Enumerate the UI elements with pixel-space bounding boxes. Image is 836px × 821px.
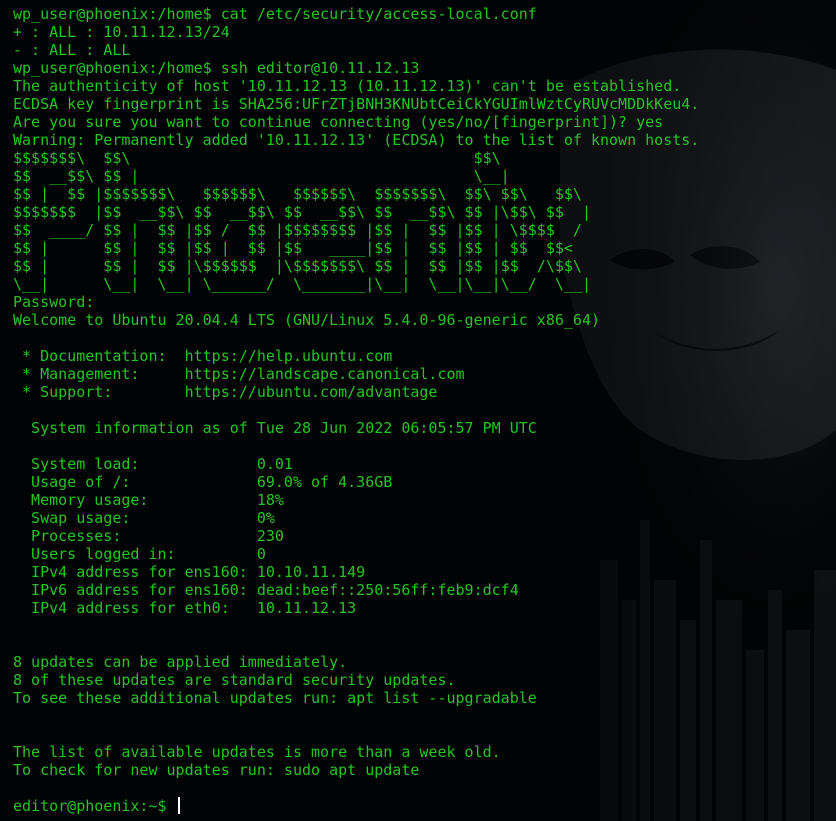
output-line: Welcome to Ubuntu 20.04.4 LTS (GNU/Linux… [13,311,600,329]
output-line: $$ | $$ |$$$$$$$\ $$$$$$\ $$$$$$\ $$$$$$… [13,185,582,203]
output-line: Usage of /: 69.0% of 4.36GB [13,473,393,491]
output-line: - : ALL : ALL [13,41,131,59]
output-line: Swap usage: 0% [13,509,275,527]
output-line: The list of available updates is more th… [13,743,501,761]
output-line: + : ALL : 10.11.12.13/24 [13,23,230,41]
output-line: Memory usage: 18% [13,491,284,509]
output-line: To check for new updates run: sudo apt u… [13,761,420,779]
shell-prompt: editor@phoenix:~$ [13,797,176,815]
output-line: * Management: https://landscape.canonica… [13,365,465,383]
output-line: \__| \__| \__| \______/ \_______|\__| \_… [13,275,591,293]
text-cursor [177,797,180,814]
terminal-window[interactable]: wp_user@phoenix:/home$ cat /etc/security… [0,0,836,821]
output-line: $$$$$$$ |$$ __$$\ $$ __$$\ $$ __$$\ $$ _… [13,203,591,221]
output-line: * Support: https://ubuntu.com/advantage [13,383,438,401]
output-line: System load: 0.01 [13,455,293,473]
command-prompt-line[interactable]: editor@phoenix:~$ [13,797,699,815]
output-line: $$ | $$ | $$ |\$$$$$$ |\$$$$$$$\ $$ | $$… [13,257,582,275]
output-line: To see these additional updates run: apt… [13,689,537,707]
output-line: The authenticity of host '10.11.12.13 (1… [13,77,682,95]
output-line: $$ __$$\ $$ | \__| [13,167,510,185]
output-line: $$ ____/ $$ | $$ |$$ / $$ |$$$$$$$$ |$$ … [13,221,582,239]
output-line: IPv6 address for ens160: dead:beef::250:… [13,581,519,599]
output-line: ECDSA key fingerprint is SHA256:UFrZTjBN… [13,95,700,113]
output-line: $$ | $$ | $$ |$$ | $$ |$$ ____|$$ | $$ |… [13,239,573,257]
output-line: Warning: Permanently added '10.11.12.13'… [13,131,700,149]
output-line: * Documentation: https://help.ubuntu.com [13,347,393,365]
output-line: Users logged in: 0 [13,545,266,563]
output-line: Are you sure you want to continue connec… [13,113,664,131]
output-line: $$$$$$$\ $$\ $$\ [13,149,501,167]
terminal-output: wp_user@phoenix:/home$ cat /etc/security… [13,5,699,815]
output-line: IPv4 address for ens160: 10.10.11.149 [13,563,366,581]
output-line: wp_user@phoenix:/home$ cat /etc/security… [13,5,537,23]
output-line: Processes: 230 [13,527,284,545]
output-line: System information as of Tue 28 Jun 2022… [13,419,537,437]
output-line: wp_user@phoenix:/home$ ssh editor@10.11.… [13,59,420,77]
output-line: 8 updates can be applied immediately. [13,653,348,671]
output-line: Password: [13,293,95,311]
output-line: 8 of these updates are standard security… [13,671,456,689]
output-line: IPv4 address for eth0: 10.11.12.13 [13,599,357,617]
